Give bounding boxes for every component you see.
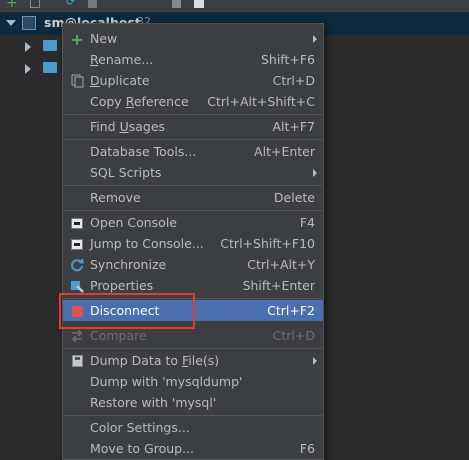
folder-icon	[43, 62, 57, 73]
console-icon	[71, 238, 83, 250]
menu-separator	[64, 348, 322, 349]
submenu-arrow-icon	[313, 169, 317, 177]
refresh-icon[interactable]: ⟳	[66, 0, 78, 9]
menu-item-color-settings[interactable]: Color Settings...	[63, 417, 323, 438]
menu-separator	[64, 139, 322, 140]
chevron-right-icon[interactable]	[25, 42, 31, 52]
copy-icon[interactable]	[30, 0, 40, 8]
menu-item-database-tools[interactable]: Database Tools... Alt+Enter	[63, 141, 323, 162]
menu-item-duplicate[interactable]: Duplicate Ctrl+D	[63, 70, 323, 91]
compare-icon	[70, 329, 84, 343]
menu-separator	[64, 415, 322, 416]
menu-item-synchronize[interactable]: Synchronize Ctrl+Alt+Y	[63, 254, 323, 275]
console-toolbar-icon[interactable]	[194, 0, 204, 8]
menu-item-remove[interactable]: Remove Delete	[63, 187, 323, 208]
menu-separator	[64, 185, 322, 186]
edit-icon[interactable]	[172, 0, 181, 8]
menu-item-new[interactable]: + New	[63, 28, 323, 49]
plus-icon: +	[70, 29, 84, 49]
folder-icon	[43, 40, 57, 51]
menu-item-rename[interactable]: Rename... Shift+F6	[63, 49, 323, 70]
stop-toolbar-icon[interactable]	[88, 0, 97, 8]
menu-item-dump-mysqldump[interactable]: Dump with 'mysqldump'	[63, 371, 323, 392]
menu-item-copy-reference[interactable]: Copy Reference Ctrl+Alt+Shift+C	[63, 91, 323, 112]
submenu-arrow-icon	[313, 357, 317, 365]
duplicate-icon	[70, 74, 84, 88]
submenu-arrow-icon	[313, 35, 317, 43]
save-icon	[71, 355, 83, 367]
menu-item-jump-to-console[interactable]: Jump to Console... Ctrl+Shift+F10	[63, 233, 323, 254]
menu-item-dump-data[interactable]: Dump Data to File(s)	[63, 350, 323, 371]
menu-item-find-usages[interactable]: Find Usages Alt+F7	[63, 116, 323, 137]
toolbar: + ⟳	[0, 0, 469, 12]
menu-separator	[64, 114, 322, 115]
context-menu: + New Rename... Shift+F6 Duplicate Ctrl+…	[62, 23, 324, 460]
menu-item-sql-scripts[interactable]: SQL Scripts	[63, 162, 323, 183]
console-icon	[71, 217, 83, 229]
menu-item-move-to-group[interactable]: Move to Group... F6	[63, 438, 323, 459]
annotation-highlight-box	[59, 293, 195, 329]
sync-icon	[70, 258, 84, 272]
chevron-right-icon[interactable]	[25, 64, 31, 74]
database-icon	[22, 16, 36, 30]
add-icon[interactable]: +	[6, 0, 18, 10]
properties-icon	[70, 279, 84, 293]
menu-separator	[64, 210, 322, 211]
menu-item-open-console[interactable]: Open Console F4	[63, 212, 323, 233]
menu-item-restore-mysql[interactable]: Restore with 'mysql'	[63, 392, 323, 413]
chevron-down-icon[interactable]	[6, 20, 16, 26]
